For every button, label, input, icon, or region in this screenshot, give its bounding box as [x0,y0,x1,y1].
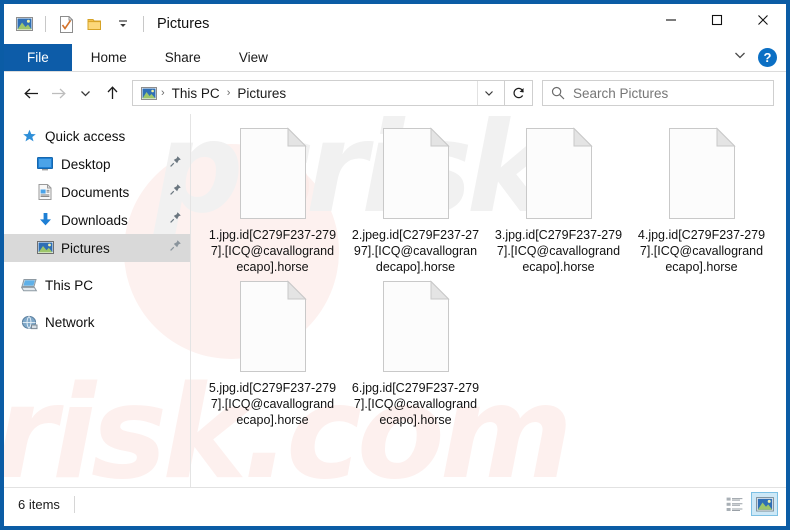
file-item[interactable]: 6.jpg.id[C279F237-2797].[ICQ@cavallogran… [344,275,487,428]
title-bar: Pictures [4,4,786,44]
pin-icon[interactable] [169,211,182,229]
quick-access-toolbar [14,14,147,35]
navigation-pane: Quick access Desktop Documents Downloads… [4,114,190,487]
tab-view[interactable]: View [220,44,287,71]
sidebar-label-desktop: Desktop [61,156,111,172]
qat-divider-1 [45,16,46,32]
tab-share[interactable]: Share [146,44,220,71]
close-button[interactable] [740,4,786,36]
file-item[interactable]: 5.jpg.id[C279F237-2797].[ICQ@cavallogran… [201,275,344,428]
sidebar-item-network[interactable]: Network [4,308,190,336]
pin-icon[interactable] [169,183,182,201]
file-item[interactable]: 1.jpg.id[C279F237-2797].[ICQ@cavallogran… [201,122,344,275]
sidebar-label-documents: Documents [61,184,130,200]
details-view-button[interactable] [721,492,748,516]
pin-icon[interactable] [169,239,182,257]
file-item[interactable]: 3.jpg.id[C279F237-2797].[ICQ@cavallogran… [487,122,630,275]
forward-button[interactable] [45,79,72,107]
back-button[interactable] [18,79,45,107]
pictures-icon [34,241,56,255]
tab-home[interactable]: Home [72,44,146,71]
breadcrumb-item-this-pc[interactable]: This PC [169,86,223,101]
item-count: 6 items [18,496,60,512]
search-placeholder: Search Pictures [573,85,669,101]
window-title: Pictures [157,16,210,32]
breadcrumb[interactable]: › This PC › Pictures [132,80,505,106]
downloads-icon [34,212,56,228]
file-name: 5.jpg.id[C279F237-2797].[ICQ@cavallogran… [208,381,337,427]
this-pc-icon [18,278,40,293]
status-divider [73,495,75,513]
sidebar-item-desktop[interactable]: Desktop [4,150,190,178]
sidebar-item-quick-access[interactable]: Quick access [4,122,190,150]
large-icons-view-button[interactable] [751,492,778,516]
network-icon [18,315,40,330]
address-bar: › This PC › Pictures Search Pictures [4,72,786,114]
blank-file-icon [522,126,596,221]
minimize-button[interactable] [648,4,694,36]
sidebar-label-network: Network [45,314,95,330]
window-controls [648,4,786,36]
sidebar-item-pictures[interactable]: Pictures [4,234,190,262]
file-list-pane[interactable]: 1.jpg.id[C279F237-2797].[ICQ@cavallogran… [190,114,786,487]
breadcrumb-pictures-icon [141,86,157,100]
ribbon-right-controls: ? [733,44,786,71]
sidebar-label-quick-access: Quick access [45,128,126,144]
documents-icon [34,184,56,200]
tab-file[interactable]: File [4,44,72,71]
view-toggle-group [721,492,778,516]
sidebar-item-this-pc[interactable]: This PC [4,271,190,299]
breadcrumb-dropdown-icon[interactable] [477,81,499,105]
recent-locations-button[interactable] [72,79,99,107]
refresh-button[interactable] [505,80,533,106]
sidebar-label-pictures: Pictures [61,240,110,256]
file-name: 6.jpg.id[C279F237-2797].[ICQ@cavallogran… [351,381,480,427]
up-button[interactable] [99,79,126,107]
explorer-body: Quick access Desktop Documents Downloads… [4,114,786,487]
blank-file-icon [379,126,453,221]
blank-file-icon [379,279,453,374]
search-icon [551,86,565,100]
file-name: 1.jpg.id[C279F237-2797].[ICQ@cavallogran… [208,228,337,274]
properties-icon[interactable] [56,14,77,35]
chevron-down-icon[interactable] [733,48,747,67]
help-icon[interactable]: ? [758,48,777,67]
sidebar-item-documents[interactable]: Documents [4,178,190,206]
file-item[interactable]: 2.jpeg.id[C279F237-2797].[ICQ@cavallogra… [344,122,487,275]
pictures-folder-icon[interactable] [14,14,35,35]
qat-divider-2 [143,16,144,32]
maximize-button[interactable] [694,4,740,36]
file-name: 2.jpeg.id[C279F237-2797].[ICQ@cavallogra… [351,228,480,274]
customize-dropdown-icon[interactable] [112,14,133,35]
blank-file-icon [665,126,739,221]
file-name: 3.jpg.id[C279F237-2797].[ICQ@cavallogran… [494,228,623,274]
file-explorer-window: pcrisk risk.com Pictures File Home Share… [0,0,790,530]
pin-icon[interactable] [169,155,182,173]
search-input[interactable]: Search Pictures [542,80,774,106]
sidebar-label-downloads: Downloads [61,212,128,228]
desktop-icon [34,157,56,171]
sidebar-label-this-pc: This PC [45,277,94,293]
file-item[interactable]: 4.jpg.id[C279F237-2797].[ICQ@cavallogran… [630,122,773,275]
new-folder-icon[interactable] [84,14,105,35]
star-icon [18,129,40,144]
status-bar: 6 items [4,487,786,520]
sidebar-item-downloads[interactable]: Downloads [4,206,190,234]
blank-file-icon [236,279,310,374]
blank-file-icon [236,126,310,221]
file-grid: 1.jpg.id[C279F237-2797].[ICQ@cavallogran… [201,122,786,428]
breadcrumb-item-pictures[interactable]: Pictures [234,86,289,101]
breadcrumb-separator-2: › [226,87,231,99]
ribbon-tabs: File Home Share View ? [4,44,786,72]
file-name: 4.jpg.id[C279F237-2797].[ICQ@cavallogran… [637,228,766,274]
breadcrumb-separator-1: › [161,87,165,99]
